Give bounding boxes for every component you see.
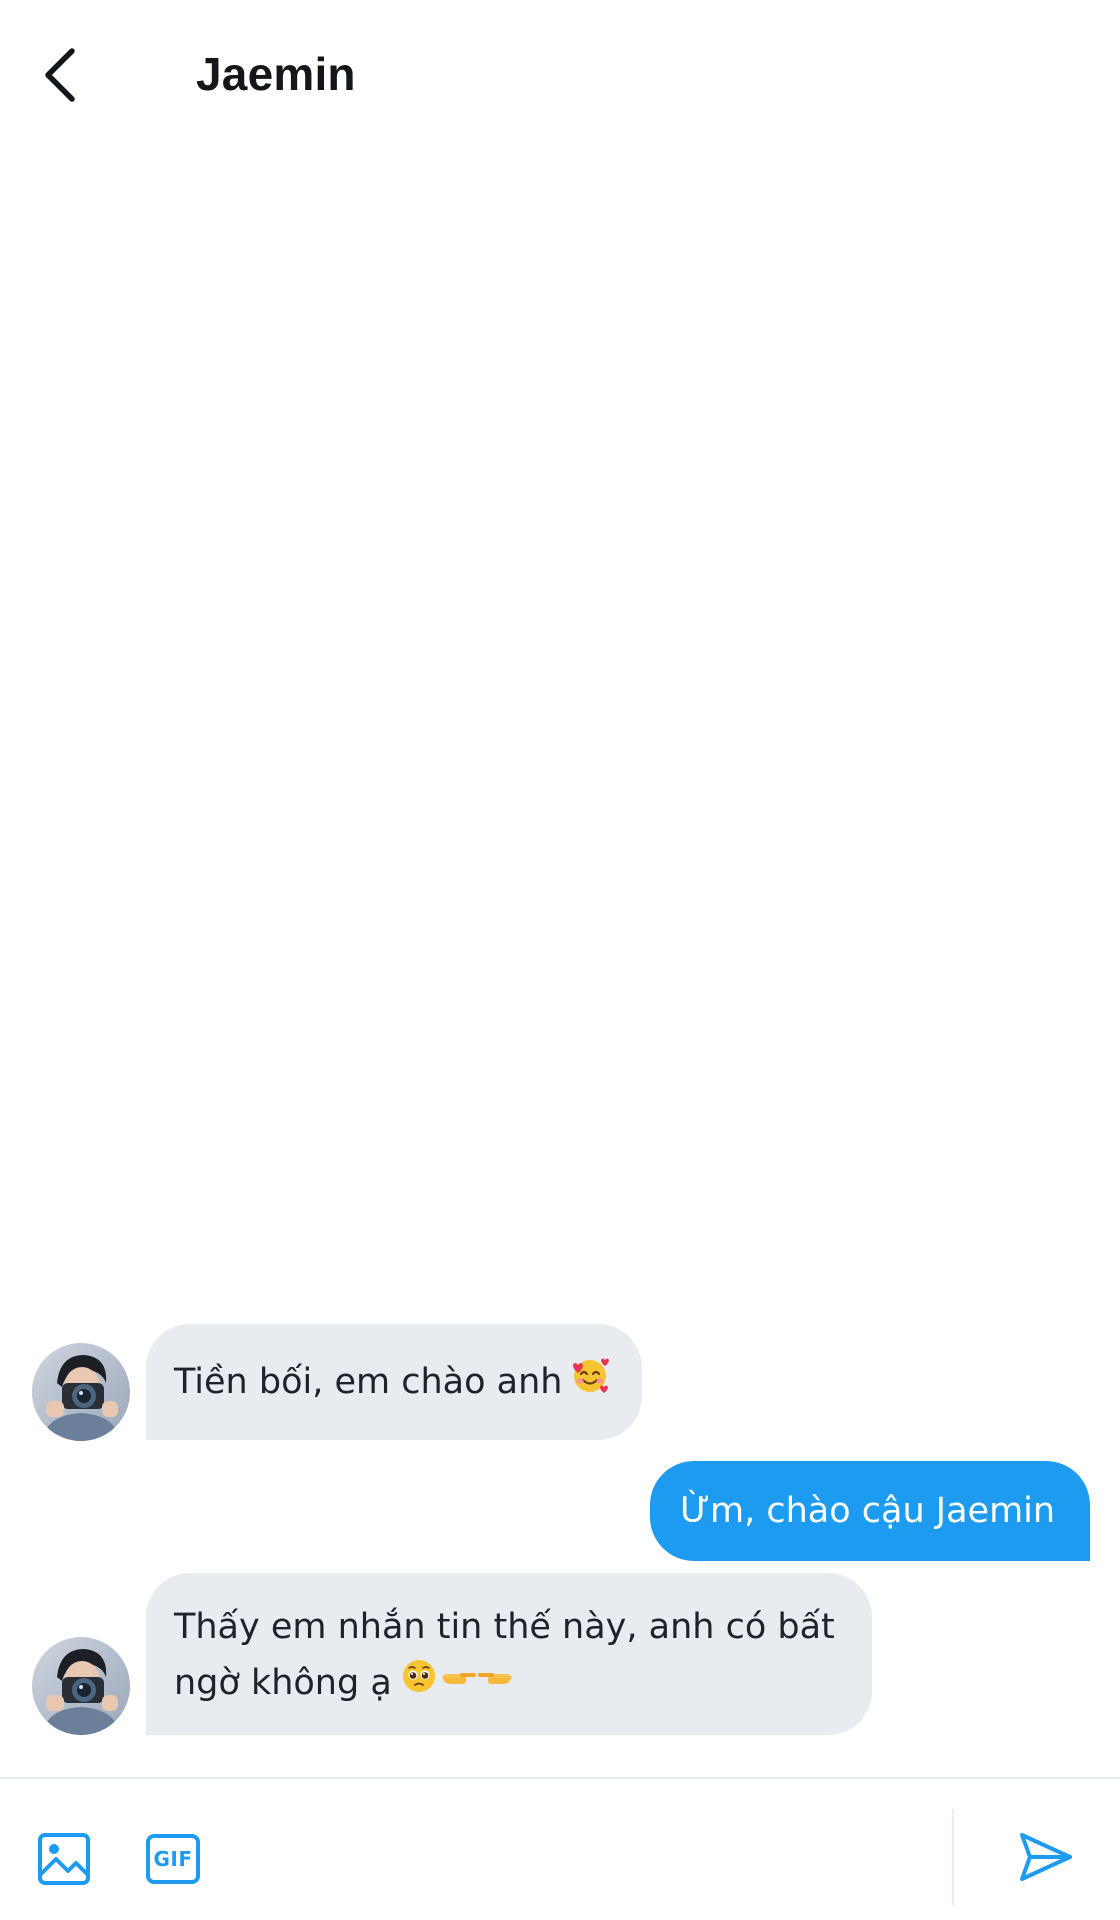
- smiling-face-with-hearts-icon: [570, 1355, 610, 1412]
- incoming-message[interactable]: Thấy em nhắn tin thế này, anh có bất ngờ…: [146, 1573, 872, 1735]
- avatar[interactable]: [32, 1637, 130, 1735]
- image-icon: [38, 1833, 90, 1885]
- message-text: Tiền bối, em chào anh: [174, 1362, 563, 1402]
- send-button[interactable]: [1014, 1825, 1078, 1889]
- message-composer: GIF: [0, 1779, 1120, 1920]
- conversation-header: Jaemin: [0, 0, 1120, 150]
- pleading-face-icon: [400, 1656, 438, 1712]
- gif-icon: GIF: [146, 1834, 200, 1884]
- add-image-button[interactable]: [34, 1829, 94, 1889]
- avatar-photo: [32, 1637, 130, 1735]
- composer-separator: [952, 1809, 954, 1905]
- pointing-fingers-icon: [440, 1656, 514, 1712]
- avatar[interactable]: [32, 1343, 130, 1441]
- conversation-title[interactable]: Jaemin: [196, 44, 356, 104]
- incoming-message[interactable]: Tiền bối, em chào anh: [146, 1324, 642, 1440]
- back-button[interactable]: [30, 40, 90, 110]
- chevron-left-icon: [45, 48, 75, 102]
- add-gif-button[interactable]: GIF: [142, 1829, 204, 1889]
- outgoing-message[interactable]: Ừm, chào cậu Jaemin: [650, 1461, 1090, 1561]
- message-input[interactable]: [230, 1819, 934, 1901]
- message-text: Ừm, chào cậu Jaemin: [680, 1491, 1056, 1531]
- send-icon: [1020, 1833, 1072, 1881]
- avatar-photo: [32, 1343, 130, 1441]
